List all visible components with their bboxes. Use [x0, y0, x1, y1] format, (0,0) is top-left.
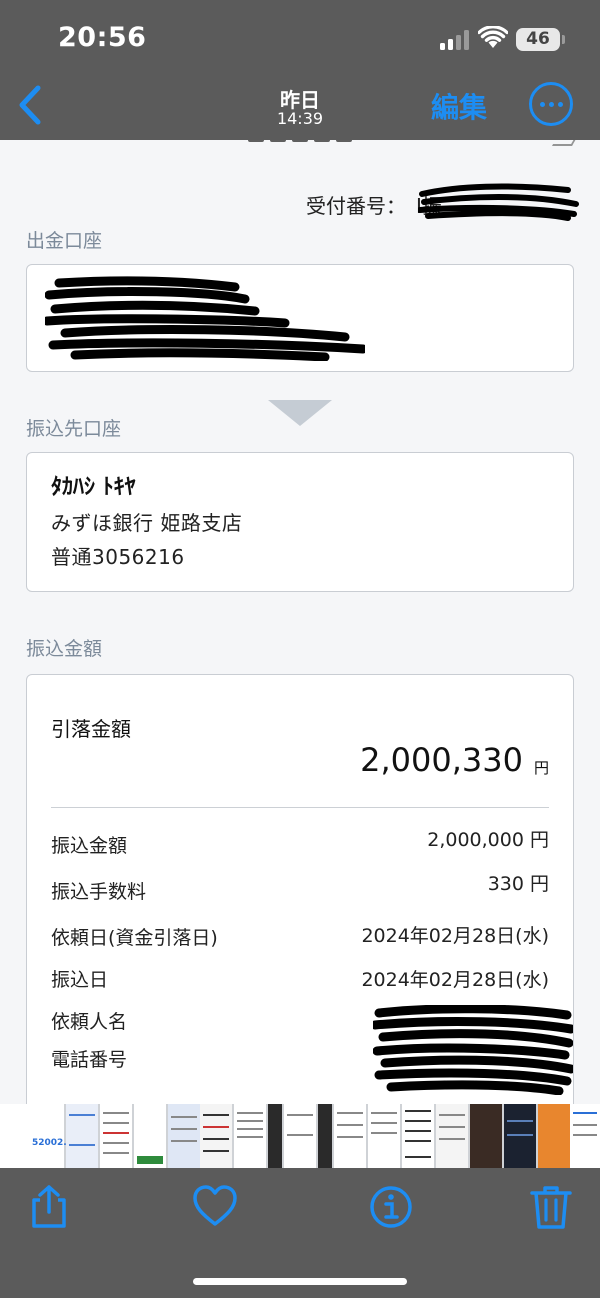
- thumbnail[interactable]: [470, 1104, 502, 1168]
- thumbnail[interactable]: [284, 1104, 316, 1168]
- row-value: 330 円: [487, 873, 549, 895]
- row-label: 振込日: [51, 969, 109, 991]
- home-indicator[interactable]: [193, 1278, 407, 1285]
- row-label: 振込金額: [51, 835, 128, 857]
- payee-account-number: 普通3056216: [51, 545, 185, 569]
- destination-account-card: ﾀｶﾊｼ ﾄｷﾔ みずほ銀行 姫路支店 普通3056216: [26, 452, 574, 592]
- row-value: 2024年02月28日(水): [361, 925, 549, 947]
- thumbnail[interactable]: 52002.72: [32, 1104, 79, 1168]
- thumbnail[interactable]: [368, 1104, 400, 1168]
- thumbnail[interactable]: [570, 1104, 600, 1168]
- edit-button[interactable]: 編集: [431, 86, 487, 126]
- thumbnail[interactable]: [234, 1104, 266, 1168]
- thumbnail[interactable]: [134, 1104, 166, 1168]
- row-label: 依頼人名: [51, 1011, 128, 1033]
- row-value: 2,000,000 円: [427, 829, 549, 851]
- photo-thumbnail-strip[interactable]: 52002.72: [0, 1104, 600, 1168]
- photo-time: 14:39: [276, 109, 324, 128]
- transfer-amount-card: 引落金額 2,000,330 円 振込金額 2,000,000 円 振込手数料 …: [26, 674, 574, 1104]
- transfer-amount-label: 振込金額: [26, 638, 103, 660]
- thumbnail[interactable]: [0, 1104, 32, 1168]
- divider: [51, 807, 549, 808]
- cropped-heading: [248, 140, 356, 146]
- thumbnail[interactable]: [66, 1104, 98, 1168]
- thumbnail[interactable]: [538, 1104, 570, 1168]
- thumbnail[interactable]: [334, 1104, 366, 1168]
- redaction-scribble: [418, 183, 579, 221]
- row-label: 依頼日(資金引落日): [51, 927, 218, 949]
- status-bar: 20:56 46: [0, 0, 600, 80]
- redaction-scribble: [373, 1005, 573, 1095]
- transfer-direction-arrow-icon: [268, 400, 332, 426]
- thumbnail[interactable]: [318, 1104, 332, 1168]
- total-debit-value: 2,000,330: [360, 741, 523, 779]
- wifi-icon: [478, 26, 508, 48]
- cellular-signal-icon: [440, 30, 470, 50]
- thumbnail[interactable]: [436, 1104, 468, 1168]
- info-icon[interactable]: [368, 1184, 414, 1230]
- thumbnail[interactable]: [504, 1104, 536, 1168]
- row-label: 電話番号: [51, 1049, 128, 1071]
- redaction-scribble: [45, 276, 365, 361]
- row-label: 振込手数料: [51, 881, 147, 903]
- thumbnail[interactable]: [168, 1104, 200, 1168]
- destination-account-label: 振込先口座: [26, 418, 122, 440]
- payee-name: ﾀｶﾊｼ ﾄｷﾔ: [51, 475, 136, 500]
- source-account-card: [26, 264, 574, 372]
- total-debit-label: 引落金額: [51, 717, 131, 741]
- total-debit-unit: 円: [533, 759, 549, 777]
- photo-content: 受付番号： I振 出金口座 振込先口座 ﾀｶﾊｼ ﾄｷﾔ みずほ銀行 姫路支店 …: [0, 140, 600, 1104]
- thumbnail[interactable]: [268, 1104, 282, 1168]
- payee-bank: みずほ銀行 姫路支店: [51, 511, 243, 535]
- status-time: 20:56: [58, 22, 147, 53]
- thumbnail[interactable]: [402, 1104, 434, 1168]
- more-icon[interactable]: [529, 82, 573, 126]
- photo-nav-bar: 昨日 14:39 編集: [0, 80, 600, 140]
- row-value: 2024年02月28日(水): [361, 969, 549, 991]
- receipt-number-label: 受付番号：: [306, 194, 406, 218]
- heart-icon[interactable]: [192, 1184, 238, 1230]
- trash-icon[interactable]: [528, 1184, 574, 1230]
- share-icon[interactable]: [26, 1184, 72, 1230]
- source-account-label: 出金口座: [26, 230, 103, 252]
- thumbnail[interactable]: [200, 1104, 232, 1168]
- battery-indicator: 46: [516, 28, 560, 51]
- thumbnail[interactable]: [100, 1104, 132, 1168]
- cropped-close-mark: [551, 140, 581, 146]
- battery-icon: [562, 35, 565, 44]
